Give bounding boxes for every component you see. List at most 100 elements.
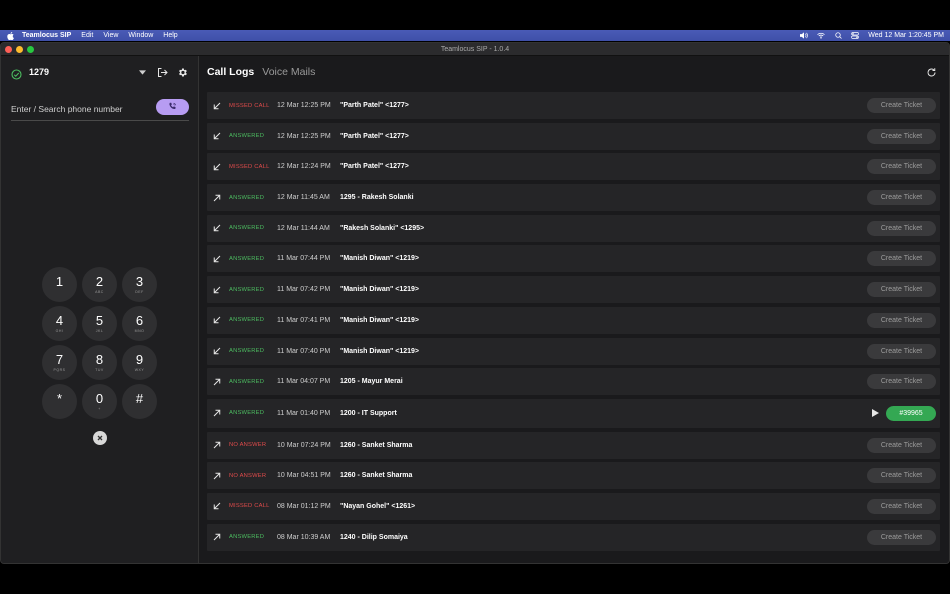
call-status: ANSWERED [229, 317, 265, 324]
call-status: ANSWERED [229, 348, 265, 354]
caller-name[interactable]: 1205 - Mayur Merai [340, 378, 403, 385]
create-ticket-button[interactable]: Create Ticket [867, 343, 936, 359]
tab-voice-mails[interactable]: Voice Mails [262, 66, 315, 78]
caller-name[interactable]: "Rakesh Solanki" <1295> [340, 225, 424, 232]
menu-edit[interactable]: Edit [81, 32, 93, 39]
create-ticket-button[interactable]: Create Ticket [867, 190, 936, 206]
incoming-call-arrow-icon [212, 285, 222, 295]
call-time: 08 Mar 01:12 PM [277, 502, 331, 510]
dialpad-key-0[interactable]: 0 + [82, 384, 117, 419]
call-log-row[interactable]: ANSWERED 11 Mar 07:40 PM "Manish Diwan" <1… [207, 337, 940, 365]
window-titlebar[interactable]: Teamlocus SIP - 1.0.4 [1, 43, 949, 56]
settings-gear-icon[interactable] [177, 67, 188, 78]
apple-logo-icon[interactable] [6, 31, 14, 40]
dialpad-key-7[interactable]: 7 PQRS [42, 345, 77, 380]
call-log-row[interactable]: ANSWERED 11 Mar 07:41 PM "Manish Diwan" <1… [207, 306, 940, 334]
tabs-row: Call Logs Voice Mails [199, 56, 949, 88]
ticket-number-badge[interactable]: #39965 [886, 405, 936, 421]
create-ticket-button[interactable]: Create Ticket [867, 251, 936, 267]
call-status: ANSWERED [229, 255, 265, 262]
call-time: 12 Mar 12:25 PM [277, 132, 331, 140]
dialpad-key-2[interactable]: 2 ABC [82, 267, 117, 302]
caller-name[interactable]: "Manish Diwan" <1219> [340, 255, 419, 262]
create-ticket-button[interactable]: Create Ticket [867, 437, 936, 453]
create-ticket-button[interactable]: Create Ticket [867, 468, 936, 484]
create-ticket-button[interactable]: Create Ticket [867, 128, 936, 144]
call-log-row[interactable]: ANSWERED 11 Mar 04:07 PM 1205 - Mayur Mera… [207, 368, 940, 396]
control-center-icon[interactable] [851, 32, 860, 39]
create-ticket-button[interactable]: Create Ticket [867, 312, 936, 328]
wifi-icon[interactable] [817, 32, 826, 39]
window-minimize-button[interactable] [16, 45, 23, 53]
refresh-icon[interactable] [926, 67, 937, 78]
window-title: Teamlocus SIP - 1.0.4 [440, 45, 510, 53]
caller-name[interactable]: "Manish Diwan" <1219> [340, 317, 419, 324]
spotlight-search-icon[interactable] [834, 32, 842, 39]
dialpad-key-hash[interactable]: # [122, 384, 157, 419]
window-maximize-button[interactable] [27, 45, 34, 53]
call-status: NO ANSWER [229, 472, 267, 479]
caller-name[interactable]: "Parth Patel" <1277> [340, 102, 409, 109]
volume-icon[interactable] [800, 32, 809, 39]
dialpad-key-3[interactable]: 3 DEF [122, 267, 157, 302]
call-time: 10 Mar 07:24 PM [277, 441, 331, 449]
call-time: 11 Mar 07:42 PM [277, 286, 331, 294]
caller-name[interactable]: 1200 - IT Support [340, 410, 397, 417]
create-ticket-button[interactable]: Create Ticket [867, 374, 936, 390]
create-ticket-button[interactable]: Create Ticket [867, 529, 936, 545]
call-log-row[interactable]: ANSWERED 12 Mar 12:25 PM "Parth Patel" <12… [207, 122, 940, 150]
caller-name[interactable]: "Parth Patel" <1277> [340, 163, 409, 170]
caller-name[interactable]: "Parth Patel" <1277> [340, 133, 409, 140]
dialpad-key-4[interactable]: 4 GHI [42, 306, 77, 341]
create-ticket-button[interactable]: Create Ticket [867, 282, 936, 298]
key-letters: GHI [55, 328, 64, 333]
create-ticket-button[interactable]: Create Ticket [867, 159, 936, 175]
call-log-row[interactable]: NO ANSWER 10 Mar 07:24 PM 1260 - Sanket Sh… [207, 431, 940, 459]
caller-name[interactable]: 1260 - Sanket Sharma [340, 472, 412, 479]
backspace-clear-button[interactable] [93, 431, 107, 445]
call-log-row[interactable]: ANSWERED 12 Mar 11:45 AM 1295 - Rakesh Sol… [207, 184, 940, 212]
call-status: ANSWERED [229, 410, 265, 417]
menu-clock[interactable]: Wed 12 Mar 1:20:45 PM [868, 32, 944, 39]
call-log-row[interactable]: MISSED CALL 08 Mar 01:12 PM "Nayan Gohel" … [207, 492, 940, 520]
dialpad-key-8[interactable]: 8 TUV [82, 345, 117, 380]
call-log-row[interactable]: MISSED CALL 12 Mar 12:25 PM "Parth Patel" … [207, 92, 940, 119]
menu-help[interactable]: Help [163, 32, 177, 39]
caller-name[interactable]: "Nayan Gohel" <1261> [340, 503, 415, 510]
play-recording-icon[interactable] [871, 409, 879, 418]
tab-call-logs[interactable]: Call Logs [207, 66, 254, 78]
create-ticket-button[interactable]: Create Ticket [867, 98, 936, 113]
registered-status-icon [11, 67, 22, 80]
menu-view[interactable]: View [103, 32, 118, 39]
menu-app-name[interactable]: Teamlocus SIP [22, 32, 71, 39]
create-ticket-button[interactable]: Create Ticket [867, 220, 936, 236]
window-close-button[interactable] [5, 45, 12, 53]
call-log-row[interactable]: ANSWERED 11 Mar 07:42 PM "Manish Diwan" <1… [207, 276, 940, 304]
dialpad-key-9[interactable]: 9 WXY [122, 345, 157, 380]
dialpad-key-star[interactable]: * [42, 384, 77, 419]
outgoing-call-arrow-icon [212, 440, 222, 450]
call-log-row[interactable]: MISSED CALL 12 Mar 12:24 PM "Parth Patel" … [207, 153, 940, 181]
call-log-row[interactable]: ANSWERED 08 Mar 10:39 AM 1240 - Dilip Soma… [207, 523, 940, 551]
call-status: ANSWERED [229, 133, 265, 140]
caller-name[interactable]: "Manish Diwan" <1219> [340, 348, 419, 355]
call-time: 11 Mar 07:41 PM [277, 316, 331, 324]
logout-icon[interactable] [157, 67, 168, 78]
incoming-call-arrow-icon [212, 162, 222, 172]
create-ticket-button[interactable]: Create Ticket [867, 498, 936, 514]
call-log-row[interactable]: NO ANSWER 10 Mar 04:51 PM 1260 - Sanket Sh… [207, 462, 940, 490]
call-log-row[interactable]: ANSWERED 11 Mar 07:44 PM "Manish Diwan" <1… [207, 245, 940, 273]
account-dropdown-icon[interactable] [137, 67, 148, 78]
dialpad-key-1[interactable]: 1 [42, 267, 77, 302]
call-log-row[interactable]: ANSWERED 12 Mar 11:44 AM "Rakesh Solanki" … [207, 214, 940, 242]
dialpad-key-5[interactable]: 5 JKL [82, 306, 117, 341]
call-log-row[interactable]: ANSWERED 11 Mar 01:40 PM 1200 - IT Support… [207, 398, 940, 428]
menu-window[interactable]: Window [128, 32, 153, 39]
caller-name[interactable]: 1260 - Sanket Sharma [340, 442, 412, 449]
phone-search-input[interactable] [11, 97, 156, 120]
caller-name[interactable]: "Manish Diwan" <1219> [340, 286, 419, 293]
caller-name[interactable]: 1295 - Rakesh Solanki [340, 194, 414, 201]
dialpad-key-6[interactable]: 6 MNO [122, 306, 157, 341]
dial-call-button[interactable] [156, 98, 189, 115]
caller-name[interactable]: 1240 - Dilip Somaiya [340, 534, 408, 541]
